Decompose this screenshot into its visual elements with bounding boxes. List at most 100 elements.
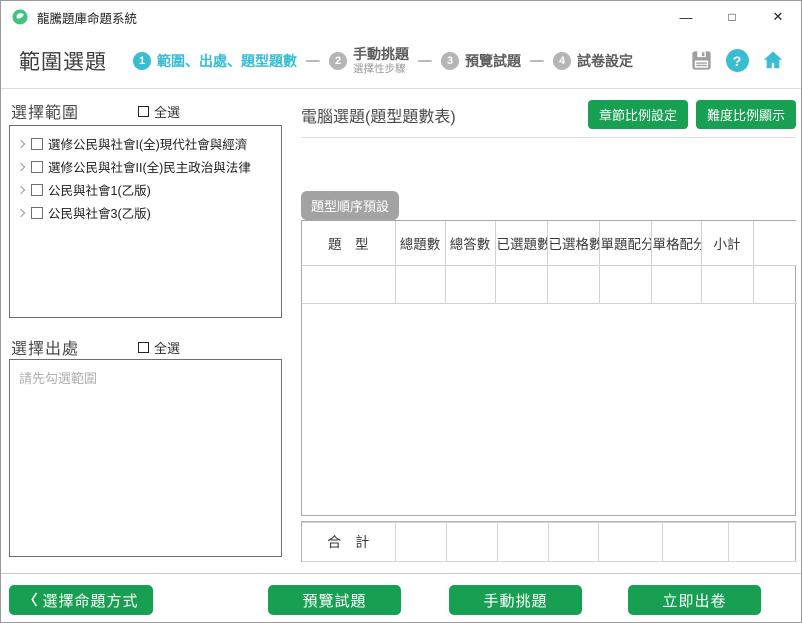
total-cell-empty: [661, 522, 729, 562]
step-3-preview[interactable]: 3 預覽試題: [441, 51, 521, 71]
source-select-all-label: 全選: [154, 341, 181, 356]
tree-item-label: 公民與社會3(乙版): [48, 207, 151, 221]
step-divider: [530, 59, 544, 62]
back-to-mode-button[interactable]: 〈 選擇命題方式: [9, 585, 153, 615]
back-button-label: 選擇命題方式: [42, 592, 139, 610]
home-icon[interactable]: [761, 49, 785, 73]
tree-checkbox[interactable]: [31, 183, 43, 196]
preview-questions-button[interactable]: 預覽試題: [268, 585, 401, 615]
generate-paper-button[interactable]: 立即出卷: [628, 585, 761, 615]
chevron-right-icon[interactable]: [16, 162, 26, 171]
total-cell-empty: [394, 522, 447, 562]
range-select-all[interactable]: 全選: [138, 102, 180, 121]
total-cell-empty: [547, 522, 599, 562]
source-select-all-checkbox[interactable]: [138, 342, 149, 353]
total-row: 合 計: [302, 522, 797, 562]
step-divider: [418, 59, 432, 62]
back-chevron-icon: 〈: [23, 592, 39, 608]
table-cell-empty: [302, 264, 396, 304]
content-area: 選擇範圍 全選 選修公民與社會I(全)現代社會與經濟 選修公民與社會II(全)民…: [1, 89, 801, 573]
col-selected-blanks: 已選格數: [546, 221, 600, 266]
total-cell-empty: [727, 522, 797, 562]
window-controls: — □ ✕: [663, 1, 801, 33]
title-bar: 龍騰題庫命題系統 — □ ✕: [1, 1, 801, 33]
range-select-all-label: 全選: [154, 105, 181, 120]
page-title: 範圍選題: [19, 50, 107, 74]
save-icon[interactable]: [689, 49, 713, 73]
question-type-table: 題 型 總題數 總答數 已選題數 已選格數 單題配分 單格配分 小計: [301, 220, 797, 516]
col-total-answers: 總答數: [444, 221, 496, 266]
maximize-button[interactable]: □: [709, 1, 755, 33]
tree-checkbox[interactable]: [31, 206, 43, 219]
computer-selection-panel: 電腦選題(題型題數表) 章節比例設定 難度比例顯示 題型順序預設 題 型 總題數…: [301, 89, 797, 573]
total-cell-empty: [445, 522, 498, 562]
header-icons: ?: [689, 49, 785, 73]
tree-checkbox[interactable]: [31, 137, 43, 150]
range-section-title: 選擇範圍: [11, 105, 80, 122]
tree-item-book-4[interactable]: 公民與社會3(乙版): [14, 201, 277, 224]
step-1-label: 範圍、出處、題型題數: [157, 52, 297, 69]
col-selected-questions: 已選題數: [494, 221, 548, 266]
type-order-preset-button[interactable]: 題型順序預設: [301, 191, 400, 220]
table-cell-empty: [700, 264, 754, 304]
step-4-badge: 4: [553, 51, 571, 70]
source-placeholder: 請先勾選範圍: [19, 371, 98, 386]
page-header: 範圍選題 1 範圍、出處、題型題數 2 手動挑題 選擇性步驟 3 預覽試題 4: [1, 33, 801, 89]
table-cell-empty: [546, 264, 600, 304]
table-cell-empty: [444, 264, 496, 304]
step-3-label: 預覽試題: [465, 52, 521, 69]
table-cell-empty: [752, 264, 797, 304]
panel-divider: [301, 137, 796, 138]
table-cell-empty: [650, 264, 702, 304]
window-title: 龍騰題庫命題系統: [37, 11, 138, 26]
tree-item-book-3[interactable]: 公民與社會1(乙版): [14, 178, 277, 201]
difficulty-ratio-button[interactable]: 難度比例顯示: [695, 100, 796, 129]
table-header-row: 題 型 總題數 總答數 已選題數 已選格數 單題配分 單格配分 小計: [302, 221, 797, 266]
chevron-right-icon[interactable]: [16, 139, 26, 148]
bottom-action-bar: 〈 選擇命題方式 預覽試題 手動挑題 立即出卷: [1, 573, 801, 622]
step-2-label: 手動挑題: [353, 46, 409, 63]
col-points-per-blank: 單格配分: [650, 221, 702, 266]
step-2-sublabel: 選擇性步驟: [353, 62, 406, 75]
step-1-badge: 1: [133, 51, 151, 70]
tree-item-label: 選修公民與社會II(全)民主政治與法律: [48, 161, 251, 175]
help-icon[interactable]: ?: [725, 49, 749, 73]
step-3-badge: 3: [441, 51, 459, 70]
col-subtotal: 小計: [700, 221, 754, 266]
tree-item-book-2[interactable]: 選修公民與社會II(全)民主政治與法律: [14, 155, 277, 178]
table-cell-empty: [394, 264, 446, 304]
tree-item-label: 公民與社會1(乙版): [48, 184, 151, 198]
tree-checkbox[interactable]: [31, 160, 43, 173]
close-button[interactable]: ✕: [755, 1, 801, 33]
chevron-right-icon[interactable]: [16, 185, 26, 194]
step-2-badge: 2: [329, 51, 347, 70]
source-list: 請先勾選範圍: [9, 359, 282, 557]
manual-pick-button[interactable]: 手動挑題: [449, 585, 582, 615]
step-2-manual-pick[interactable]: 2 手動挑題 選擇性步驟: [329, 46, 409, 75]
step-4-paper-settings[interactable]: 4 試卷設定: [553, 51, 633, 71]
step-4-label: 試卷設定: [577, 52, 633, 69]
total-cell-empty: [496, 522, 549, 562]
total-cell-empty: [597, 522, 663, 562]
range-tree: 選修公民與社會I(全)現代社會與經濟 選修公民與社會II(全)民主政治與法律 公…: [9, 125, 282, 318]
help-glyph: ?: [725, 49, 749, 72]
total-row-table: 合 計: [301, 521, 797, 562]
minimize-button[interactable]: —: [663, 1, 709, 33]
source-select-all[interactable]: 全選: [138, 338, 180, 357]
range-select-all-checkbox[interactable]: [138, 106, 149, 117]
table-cell-empty: [494, 264, 548, 304]
col-extra: [752, 221, 797, 266]
step-divider: [306, 59, 320, 62]
total-label-cell: 合 計: [302, 522, 396, 562]
chapter-ratio-button[interactable]: 章節比例設定: [587, 100, 688, 129]
step-indicator: 1 範圍、出處、題型題數 2 手動挑題 選擇性步驟 3 預覽試題 4 試卷設定: [133, 46, 633, 75]
chevron-right-icon[interactable]: [16, 208, 26, 217]
table-row: [302, 264, 797, 304]
source-section-title: 選擇出處: [11, 341, 80, 358]
app-window: 龍騰題庫命題系統 — □ ✕ 範圍選題 1 範圍、出處、題型題數 2 手動挑題 …: [0, 0, 802, 623]
col-question-type: 題 型: [302, 221, 396, 266]
col-total-questions: 總題數: [394, 221, 446, 266]
step-1-range[interactable]: 1 範圍、出處、題型題數: [133, 51, 297, 71]
app-logo-icon: [12, 9, 28, 25]
tree-item-book-1[interactable]: 選修公民與社會I(全)現代社會與經濟: [14, 132, 277, 155]
